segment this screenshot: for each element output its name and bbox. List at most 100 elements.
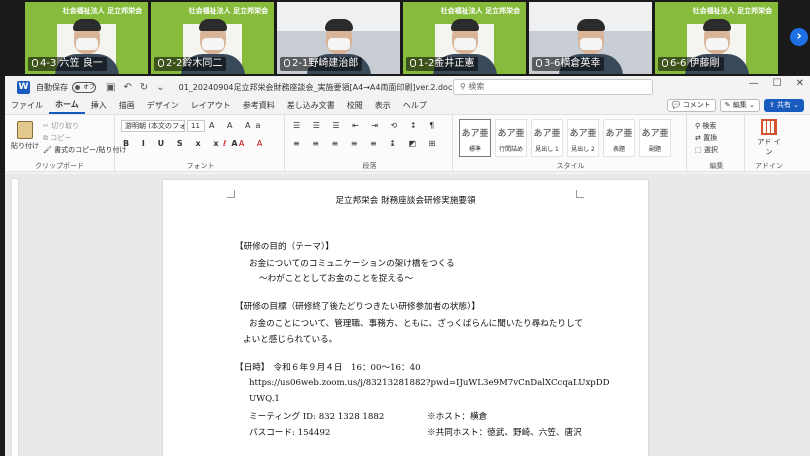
share-button[interactable]: ⇪ 共有 ⌄ [763, 99, 804, 112]
face-mask [201, 38, 224, 50]
doc-line: ※共同ホスト：徳武、野崎、六笠、唐沢 [427, 428, 582, 438]
title-bar: W 自動保存 オフ ▣ ↶ ↻ ⌄ 01_20240904足立邦栄会財務座談会_… [5, 76, 810, 98]
ribbon-home: 貼り付け ✂ 切り取り ⧉ コピー 🖌 書式のコピー/貼り付け クリップボード … [5, 114, 810, 173]
style-card[interactable]: あア亜 標準 [459, 119, 491, 157]
tab-6[interactable]: 参考資料 [237, 98, 281, 114]
doc-line: ～わがこととしてお金のことを捉える～ [259, 274, 413, 284]
style-preview: あア亜 [605, 129, 633, 139]
tab-4[interactable]: デザイン [141, 98, 185, 114]
tab-2[interactable]: 挿入 [85, 98, 113, 114]
participant-hair [702, 19, 731, 31]
microphone-icon [536, 59, 542, 67]
tab-9[interactable]: 表示 [369, 98, 397, 114]
edit-group: ⚲ 検索 ⇄ 置換 ⬚ 選択 編集 [689, 115, 745, 173]
face-mask [327, 38, 350, 50]
participant-hair [450, 19, 479, 31]
participant-tile[interactable]: 社会福祉法人 足立邦栄会 1-2金井正憲 [403, 2, 526, 74]
style-preview: あア亜 [533, 129, 561, 139]
paste-button[interactable]: 貼り付け [11, 121, 39, 151]
doc-line: 【研修の目的（テーマ）】 [235, 242, 334, 252]
doc-line: よいと感じられている。 [243, 335, 338, 345]
style-preview: あア亜 [641, 129, 669, 139]
participant-name: 2-2鈴木同二 [154, 57, 227, 71]
style-name: 表題 [612, 146, 625, 153]
tab-0[interactable]: ファイル [5, 98, 49, 114]
next-page-arrow-icon[interactable]: › [790, 28, 808, 46]
microphone-icon [410, 59, 416, 67]
customize-toolbar-icon[interactable]: ⌄ [156, 82, 164, 93]
participant-name: 6-6 伊藤剛 [658, 57, 724, 71]
font-name-select[interactable]: 游明朝 (本文のフォント [121, 120, 185, 132]
style-group-label: スタイル [556, 162, 585, 170]
word-app-icon: W [17, 80, 30, 94]
style-card[interactable]: あア亜 見出し 2 [567, 119, 599, 157]
list-buttons[interactable]: ☰ ☰ ☰ ⇤ ⇥ ⟲ ↕ ¶ [293, 121, 439, 130]
microphone-icon [662, 59, 668, 67]
style-name: 見出し 2 [571, 146, 595, 153]
alignment-buttons[interactable]: ≡ ≡ ≡ ≡ ≡ ↨ ◩ ⊞ [293, 139, 440, 148]
participant-tile[interactable]: 3-6横倉英幸 [529, 2, 652, 74]
doc-line: パスコード: 154492 [249, 428, 331, 438]
find-button[interactable]: ⚲ 検索 [695, 121, 716, 131]
format-painter-button[interactable]: 🖌 書式のコピー/貼り付け [43, 145, 126, 155]
tab-3[interactable]: 描画 [113, 98, 141, 114]
participant-name: 3-6横倉英幸 [532, 57, 605, 71]
style-card[interactable]: あア亜 副題 [639, 119, 671, 157]
participant-tile[interactable]: 2-1野崎建治郎 [277, 2, 400, 74]
cut-button[interactable]: ✂ 切り取り [43, 121, 79, 131]
paste-icon [17, 121, 33, 139]
close-icon[interactable]: ✕ [796, 78, 804, 89]
redo-icon[interactable]: ↻ [140, 82, 148, 93]
style-card[interactable]: あア亜 表題 [603, 119, 635, 157]
participant-tile[interactable]: 社会福祉法人 足立邦栄会 6-6 伊藤剛 [655, 2, 778, 74]
style-card[interactable]: あア亜見出し 1 [531, 119, 563, 157]
autosave-toggle[interactable]: オフ [72, 81, 96, 93]
edit-group-label: 編集 [709, 162, 724, 170]
style-preview: あア亜 [461, 129, 489, 139]
participant-hair [576, 19, 605, 31]
doc-line: ミーティング ID: 832 1328 1882 [249, 412, 385, 422]
participant-hair [72, 19, 101, 31]
maximize-icon[interactable]: ☐ [773, 78, 782, 89]
face-mask [453, 38, 476, 50]
document-page[interactable]: 足立邦栄会 財務座談会研修実施要領 【研修の目的（テーマ）】 お金についてのコミ… [163, 180, 648, 456]
font-group: 游明朝 (本文のフォント 11 A A Aa B I U S x x A ℓ A… [117, 115, 285, 173]
participant-tile[interactable]: 社会福祉法人 足立邦栄会 4-3 六笠 良一 [25, 2, 148, 74]
copy-button[interactable]: ⧉ コピー [43, 133, 71, 143]
tab-8[interactable]: 校閲 [341, 98, 369, 114]
style-name: 見出し 1 [535, 146, 559, 153]
doc-line: ※ホスト：横倉 [427, 412, 488, 422]
undo-icon[interactable]: ↶ [123, 82, 131, 93]
minimize-icon[interactable]: — [749, 78, 759, 89]
tab-7[interactable]: 差し込み文書 [281, 98, 341, 114]
participant-tile[interactable]: 社会福祉法人 足立邦栄会 2-2鈴木同二 [151, 2, 274, 74]
font-color-buttons[interactable]: ℓ A A [223, 139, 267, 148]
style-name: 標準 [468, 146, 481, 153]
face-mask [579, 38, 602, 50]
document-heading: 足立邦栄会 財務座談会研修実施要領 [335, 196, 476, 206]
style-name: 行間詰め [498, 146, 523, 153]
comment-button[interactable]: 💬 コメント [666, 99, 716, 112]
background-banner: 社会福祉法人 足立邦栄会 [188, 7, 269, 15]
font-size-select[interactable]: 11 [187, 120, 205, 132]
replace-button[interactable]: ⇄ 置換 [695, 133, 717, 143]
document-canvas[interactable]: 足立邦栄会 財務座談会研修実施要領 【研修の目的（テーマ）】 お金についてのコミ… [5, 174, 810, 456]
save-icon[interactable]: ▣ [106, 82, 115, 93]
background-banner: 社会福祉法人 足立邦栄会 [440, 7, 521, 15]
participant-hair [324, 19, 353, 31]
search-input[interactable]: ⚲ 検索 [453, 79, 653, 95]
addin-button[interactable]: アド イン [755, 119, 783, 157]
addin-group: アド イン アドイン [747, 115, 791, 173]
style-name: 副題 [648, 146, 661, 153]
tab-10[interactable]: ヘルプ [397, 98, 433, 114]
style-card[interactable]: あア亜 行間詰め [495, 119, 527, 157]
tab-5[interactable]: レイアウト [185, 98, 237, 114]
font-size-buttons[interactable]: A A Aa [209, 121, 265, 130]
microphone-icon [32, 59, 38, 67]
edit-mode-button[interactable]: ✎ 編集 ⌄ [719, 99, 760, 112]
tab-1[interactable]: ホーム [49, 98, 85, 114]
background-banner: 社会福祉法人 足立邦栄会 [62, 7, 143, 15]
select-button[interactable]: ⬚ 選択 [695, 145, 718, 155]
doc-line: UWQ.1 [249, 394, 280, 404]
autosave-label: 自動保存 [36, 82, 68, 92]
